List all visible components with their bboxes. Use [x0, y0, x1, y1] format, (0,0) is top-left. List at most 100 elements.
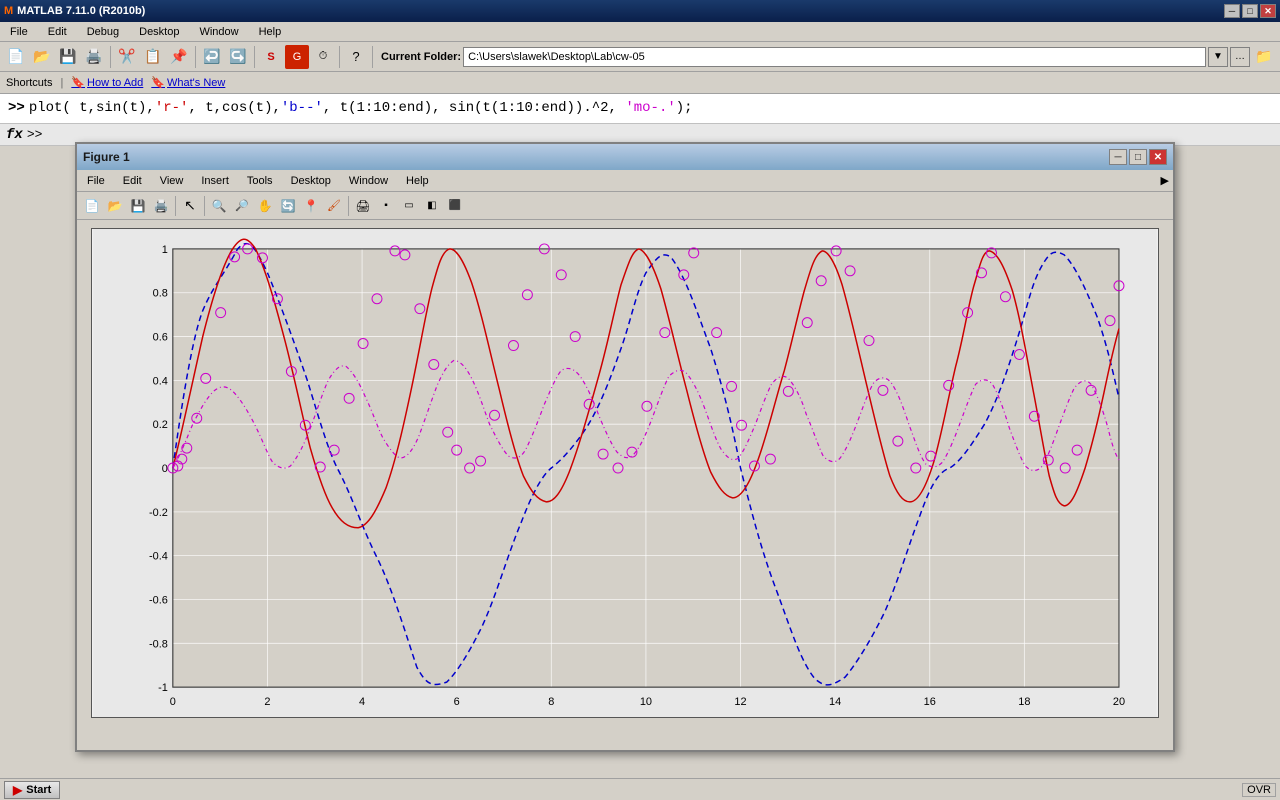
fig-menu-desktop[interactable]: Desktop — [285, 174, 337, 188]
fig-open-button[interactable]: 📂 — [104, 195, 126, 217]
fig-toggle4-button[interactable]: ⬛ — [444, 195, 466, 217]
close-button[interactable]: ✕ — [1260, 4, 1276, 18]
svg-text:18: 18 — [1018, 696, 1030, 708]
paste-button[interactable]: 📌 — [167, 45, 191, 69]
fx-symbol: fx — [6, 127, 23, 143]
help-button[interactable]: ? — [344, 45, 368, 69]
fig-zoom-in-button[interactable]: 🔍 — [208, 195, 230, 217]
svg-text:2: 2 — [264, 696, 270, 708]
titlebar-controls: ─ □ ✕ — [1224, 4, 1276, 18]
fig-menu-view[interactable]: View — [154, 174, 190, 188]
current-folder-label: Current Folder: — [381, 51, 461, 63]
whats-new-link[interactable]: 🔖 What's New — [151, 76, 225, 89]
fig-restore-button[interactable]: □ — [1129, 149, 1147, 165]
menu-desktop[interactable]: Desktop — [133, 25, 185, 39]
titlebar-left: M MATLAB 7.11.0 (R2010b) — [4, 5, 145, 17]
fig-print-button[interactable]: 🖨️ — [150, 195, 172, 217]
profiler-button[interactable]: ⏱ — [311, 45, 335, 69]
fig-menu-edit[interactable]: Edit — [117, 174, 148, 188]
path-dropdown-button[interactable]: ▼ — [1208, 47, 1228, 67]
fig-pointer-button[interactable]: ↖ — [179, 195, 201, 217]
figure-titlebar: Figure 1 ─ □ ✕ — [77, 144, 1173, 170]
undo-button[interactable]: ↩️ — [200, 45, 224, 69]
start-label: Start — [26, 784, 51, 796]
fig-menu-tools[interactable]: Tools — [241, 174, 279, 188]
svg-text:10: 10 — [640, 696, 652, 708]
svg-text:-0.2: -0.2 — [149, 507, 168, 519]
svg-text:0.2: 0.2 — [153, 419, 168, 431]
fig-minimize-button[interactable]: ─ — [1109, 149, 1127, 165]
start-button[interactable]: ▶ Start — [4, 781, 60, 799]
fig-sep2 — [204, 196, 205, 216]
menu-debug[interactable]: Debug — [81, 25, 125, 39]
fig-new-button[interactable]: 📄 — [81, 195, 103, 217]
bookmark-icon: 🔖 — [71, 76, 85, 89]
plot-prefix: plot( t,sin(t), — [29, 100, 155, 116]
path-options-button[interactable]: … — [1230, 47, 1250, 67]
fx-prompt: >> — [27, 127, 43, 142]
fig-sep1 — [175, 196, 176, 216]
figure-toolbar: 📄 📂 💾 🖨️ ↖ 🔍 🔎 ✋ 🔄 📍 🖌 🖨 ▪ ▭ ◧ ⬛ — [77, 192, 1173, 220]
fig-close-button[interactable]: ✕ — [1149, 149, 1167, 165]
fig-expand-button[interactable]: ▶ — [1161, 174, 1169, 187]
svg-text:-0.4: -0.4 — [149, 551, 168, 563]
simulink-button[interactable]: S — [259, 45, 283, 69]
fig-pan-button[interactable]: ✋ — [254, 195, 276, 217]
cut-button[interactable]: ✂️ — [115, 45, 139, 69]
figure-title: Figure 1 — [83, 150, 130, 164]
restore-button[interactable]: □ — [1242, 4, 1258, 18]
command-text: plot( t,sin(t),'r-', t,cos(t),'b--', t(1… — [29, 98, 693, 119]
fig-menu-insert[interactable]: Insert — [195, 174, 235, 188]
style-mo: 'mo-.' — [625, 100, 675, 116]
code-mid1: , t,cos(t), — [188, 100, 280, 116]
svg-text:-0.6: -0.6 — [149, 594, 168, 606]
fig-toggle3-button[interactable]: ◧ — [421, 195, 443, 217]
new-file-button[interactable]: 📄 — [4, 45, 28, 69]
figure-title-controls: ─ □ ✕ — [1109, 149, 1167, 165]
guide-button[interactable]: G — [285, 45, 309, 69]
toolbar-sep2 — [195, 46, 196, 68]
figure-menubar: File Edit View Insert Tools Desktop Wind… — [77, 170, 1173, 192]
fig-datacursor-button[interactable]: 📍 — [300, 195, 322, 217]
svg-text:20: 20 — [1113, 696, 1125, 708]
minimize-button[interactable]: ─ — [1224, 4, 1240, 18]
fig-save-button[interactable]: 💾 — [127, 195, 149, 217]
fig-toggle2-button[interactable]: ▭ — [398, 195, 420, 217]
plot-area: 1 0.8 0.6 0.4 0.2 0 -0.2 -0.4 -0.6 -0.8 … — [91, 228, 1159, 718]
fig-brush-button[interactable]: 🖌 — [323, 195, 345, 217]
save-button[interactable]: 💾 — [56, 45, 80, 69]
menu-file[interactable]: File — [4, 25, 34, 39]
fig-toggle1-button[interactable]: ▪ — [375, 195, 397, 217]
how-to-add-link[interactable]: 🔖 How to Add — [71, 76, 143, 89]
main-toolbar: 📄 📂 💾 🖨️ ✂️ 📋 📌 ↩️ ↪️ S G ⏱ ? Current Fo… — [0, 42, 1280, 72]
redo-button[interactable]: ↪️ — [226, 45, 250, 69]
plot-container: 1 0.8 0.6 0.4 0.2 0 -0.2 -0.4 -0.6 -0.8 … — [77, 220, 1173, 724]
toolbar-sep3 — [254, 46, 255, 68]
open-button[interactable]: 📂 — [30, 45, 54, 69]
svg-text:0: 0 — [162, 463, 168, 475]
bookmark-icon2: 🔖 — [151, 76, 165, 89]
svg-text:-0.8: -0.8 — [149, 638, 168, 650]
browse-button[interactable]: 📁 — [1252, 45, 1276, 69]
code-end: ); — [676, 100, 693, 116]
fig-menu-file[interactable]: File — [81, 174, 111, 188]
menu-help[interactable]: Help — [253, 25, 288, 39]
fig-print2-button[interactable]: 🖨 — [352, 195, 374, 217]
path-input[interactable] — [463, 47, 1206, 67]
ovr-badge: OVR — [1242, 783, 1276, 797]
shortcuts-bar: Shortcuts | 🔖 How to Add 🔖 What's New — [0, 72, 1280, 94]
svg-text:1: 1 — [162, 244, 168, 256]
svg-text:0.8: 0.8 — [153, 288, 168, 300]
fig-menu-help[interactable]: Help — [400, 174, 435, 188]
fig-menu-window[interactable]: Window — [343, 174, 394, 188]
fig-rotate-button[interactable]: 🔄 — [277, 195, 299, 217]
svg-text:8: 8 — [548, 696, 554, 708]
menu-window[interactable]: Window — [193, 25, 244, 39]
matlab-icon: M — [4, 5, 13, 17]
copy-button[interactable]: 📋 — [141, 45, 165, 69]
svg-text:-1: -1 — [158, 682, 168, 694]
print-button[interactable]: 🖨️ — [82, 45, 106, 69]
menu-edit[interactable]: Edit — [42, 25, 73, 39]
fig-zoom-out-button[interactable]: 🔎 — [231, 195, 253, 217]
figure-window: Figure 1 ─ □ ✕ File Edit View Insert Too… — [75, 142, 1175, 752]
